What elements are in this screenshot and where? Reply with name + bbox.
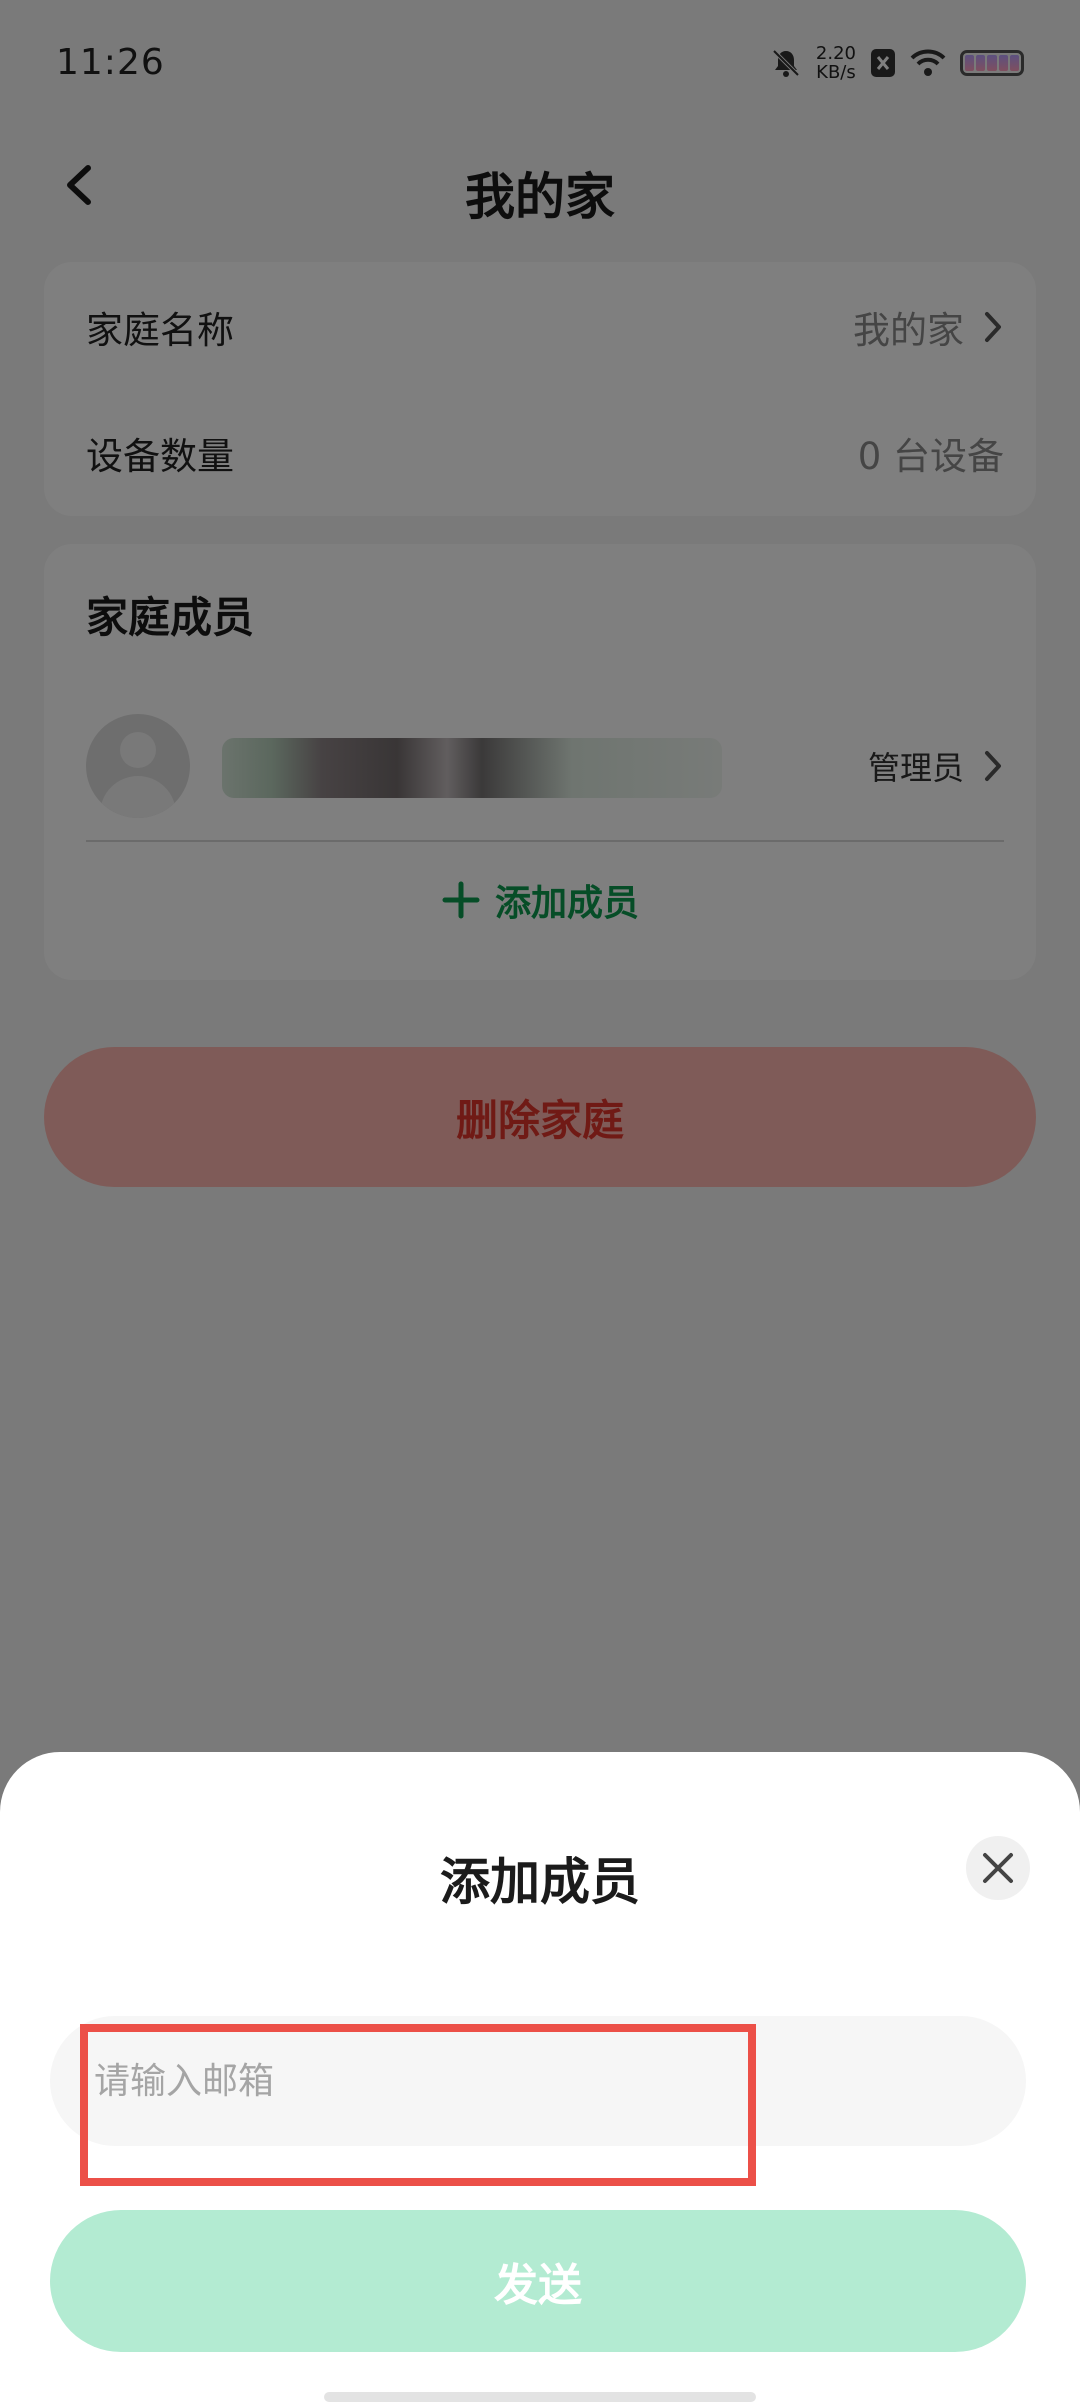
close-icon: [983, 1853, 1013, 1883]
add-member-sheet: 添加成员 发送: [0, 1752, 1080, 2408]
email-input[interactable]: [50, 2016, 1026, 2146]
send-button[interactable]: 发送: [50, 2210, 1026, 2352]
close-button[interactable]: [966, 1836, 1030, 1900]
sheet-title: 添加成员: [440, 1853, 640, 1911]
home-indicator: [324, 2392, 756, 2402]
